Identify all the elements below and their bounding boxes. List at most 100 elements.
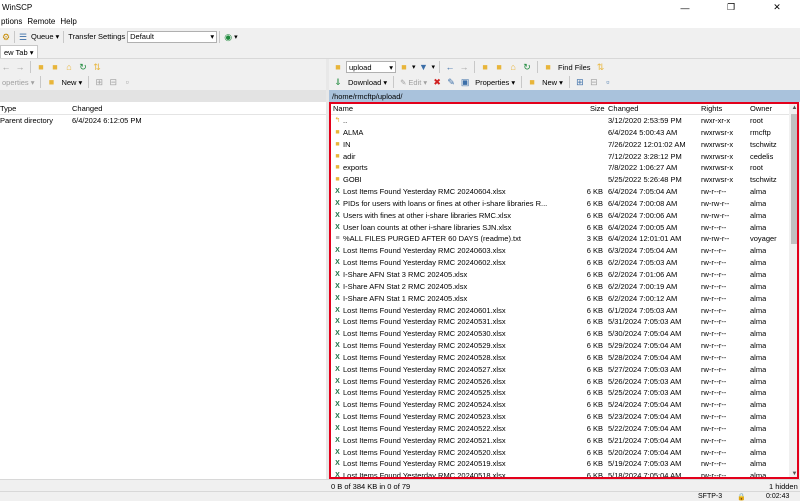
- scroll-down-icon[interactable]: ▼: [789, 468, 800, 479]
- scroll-up-icon[interactable]: ▲: [789, 102, 800, 113]
- chevron-down-icon[interactable]: ▾: [234, 33, 238, 41]
- back-icon[interactable]: ←: [0, 61, 12, 73]
- column-header-changed[interactable]: Changed: [608, 104, 638, 113]
- menu-help[interactable]: Help: [60, 17, 80, 26]
- table-row[interactable]: ■ ALMA 6/4/2024 5:00:43 AM rwxrwsr-x rmcftp: [329, 127, 800, 139]
- chevron-down-icon[interactable]: ▾: [412, 63, 416, 71]
- column-header-size[interactable]: Size: [590, 104, 605, 113]
- queue-button[interactable]: Queue ▾: [29, 31, 61, 43]
- home-folder-icon[interactable]: ⌂: [507, 61, 519, 73]
- column-header-changed[interactable]: Changed: [72, 104, 102, 113]
- column-header-name[interactable]: Name: [333, 104, 353, 113]
- download-button[interactable]: Download ▾: [346, 76, 389, 88]
- new-tab-button[interactable]: ew Tab ▾: [0, 45, 38, 58]
- left-new-button[interactable]: New ▾: [59, 76, 84, 88]
- table-row[interactable]: X Lost Items Found Yesterday RMC 20240522…: [329, 423, 800, 435]
- parent-folder-icon[interactable]: ■: [479, 61, 491, 73]
- minimize-icon[interactable]: —: [662, 0, 708, 15]
- table-row[interactable]: ■ exports 7/8/2022 1:06:27 AM rwxrwsr-x root: [329, 162, 800, 174]
- file-changed: 5/23/2024 7:05:04 AM: [608, 412, 682, 422]
- table-row[interactable]: Parent directory 6/4/2024 6:12:05 PM: [0, 115, 326, 127]
- filter-icon[interactable]: ▫: [602, 76, 614, 88]
- table-row[interactable]: X Lost Items Found Yesterday RMC 20240523…: [329, 411, 800, 423]
- column-header-owner[interactable]: Owner: [750, 104, 772, 113]
- table-row[interactable]: ■ GOBI 5/25/2022 5:26:48 PM rwxrwsr-x tschwi…: [329, 174, 800, 186]
- rename-icon[interactable]: ✎: [445, 76, 457, 88]
- file-size: 3 KB: [586, 234, 603, 244]
- find-files-button[interactable]: Find Files: [556, 61, 593, 73]
- properties-button[interactable]: Properties ▾: [473, 76, 517, 88]
- table-row[interactable]: ■ IN 7/26/2022 12:01:02 AM rwxrwsr-x tschwit…: [329, 139, 800, 151]
- table-row[interactable]: X Lost Items Found Yesterday RMC 20240527…: [329, 364, 800, 376]
- delete-icon[interactable]: ✖: [431, 76, 443, 88]
- unselect-icon[interactable]: ⊟: [107, 76, 119, 88]
- table-row[interactable]: X Lost Items Found Yesterday RMC 20240603…: [329, 245, 800, 257]
- table-row[interactable]: X Lost Items Found Yesterday RMC 20240518…: [329, 470, 800, 479]
- select-all-icon[interactable]: ⊞: [574, 76, 586, 88]
- hidden-count[interactable]: 1 hidden: [769, 482, 798, 491]
- table-row[interactable]: X Lost Items Found Yesterday RMC 20240519…: [329, 458, 800, 470]
- refresh-icon[interactable]: ↻: [521, 61, 533, 73]
- root-folder-icon[interactable]: ■: [49, 61, 61, 73]
- sync-browsing-icon[interactable]: ⇅: [91, 61, 103, 73]
- chevron-down-icon: ▾: [423, 77, 428, 87]
- table-row[interactable]: X Lost Items Found Yesterday RMC 20240521…: [329, 435, 800, 447]
- unselect-icon[interactable]: ⊟: [588, 76, 600, 88]
- table-row[interactable]: X Lost Items Found Yesterday RMC 20240528…: [329, 352, 800, 364]
- table-row[interactable]: X Lost Items Found Yesterday RMC 20240525…: [329, 387, 800, 399]
- root-folder-icon[interactable]: ■: [493, 61, 505, 73]
- parent-folder-icon[interactable]: ■: [35, 61, 47, 73]
- forward-icon[interactable]: →: [458, 61, 470, 73]
- table-row[interactable]: ↰.. 3/12/2020 2:53:59 PM rwxr-xr-x root: [329, 115, 800, 127]
- close-icon[interactable]: ✕: [754, 0, 800, 15]
- left-properties-button[interactable]: operties ▾: [0, 76, 36, 88]
- remote-path-bar[interactable]: /home/rmcftp/upload/: [329, 90, 800, 102]
- transfer-options-icon[interactable]: ◉: [222, 31, 234, 43]
- table-row[interactable]: X Lost Items Found Yesterday RMC 20240526…: [329, 376, 800, 388]
- preferences-icon[interactable]: ⚙: [0, 31, 12, 43]
- column-header-type[interactable]: Type: [0, 104, 16, 113]
- new-button[interactable]: New ▾: [540, 76, 565, 88]
- scroll-thumb[interactable]: [791, 114, 798, 244]
- table-row[interactable]: ■ adir 7/12/2022 3:28:12 PM rwxrwsr-x cedeli…: [329, 151, 800, 163]
- filter-icon[interactable]: ▫: [121, 76, 133, 88]
- file-changed: 6/4/2024 7:00:06 AM: [608, 210, 678, 220]
- filter-icon[interactable]: ▼: [418, 61, 430, 73]
- table-row[interactable]: X Users with fines at other i-share libra…: [329, 210, 800, 222]
- table-row[interactable]: X Lost Items Found Yesterday RMC 20240601…: [329, 305, 800, 317]
- edit-button[interactable]: ✎ Edit ▾: [398, 76, 429, 88]
- home-folder-icon[interactable]: ⌂: [63, 61, 75, 73]
- menu-remote[interactable]: Remote: [27, 17, 59, 26]
- table-row[interactable]: X Lost Items Found Yesterday RMC 20240520…: [329, 447, 800, 459]
- table-row[interactable]: X Lost Items Found Yesterday RMC 20240604…: [329, 186, 800, 198]
- remote-folder-select[interactable]: upload ▾: [346, 61, 396, 73]
- table-row[interactable]: X Lost Items Found Yesterday RMC 20240529…: [329, 340, 800, 352]
- table-row[interactable]: X Lost Items Found Yesterday RMC 20240524…: [329, 399, 800, 411]
- select-all-icon[interactable]: ⊞: [93, 76, 105, 88]
- transfer-settings-select[interactable]: Default ▾: [127, 30, 218, 43]
- open-directory-icon[interactable]: ■: [398, 61, 410, 73]
- chevron-down-icon[interactable]: ▾: [432, 63, 436, 71]
- table-row[interactable]: X User loan counts at other i-share libra…: [329, 222, 800, 234]
- back-icon[interactable]: ←: [444, 61, 456, 73]
- table-row[interactable]: X PIDs for users with loans or fines at o…: [329, 198, 800, 210]
- menu-options[interactable]: ptions: [1, 17, 26, 26]
- file-rights: rw-rw-r--: [701, 198, 730, 208]
- table-row[interactable]: X Lost Items Found Yesterday RMC 20240602…: [329, 257, 800, 269]
- table-row[interactable]: X Lost Items Found Yesterday RMC 20240531…: [329, 316, 800, 328]
- table-row[interactable]: ≡ %ALL FILES PURGED AFTER 60 DAYS (readme…: [329, 233, 800, 245]
- table-row[interactable]: X I-Share AFN Stat 1 RMC 202405.xlsx 6 KB 6…: [329, 293, 800, 305]
- sync-browsing-icon[interactable]: ⇅: [595, 61, 607, 73]
- excel-file-icon: X: [335, 401, 340, 409]
- table-row[interactable]: X Lost Items Found Yesterday RMC 20240530…: [329, 328, 800, 340]
- restore-icon[interactable]: ❐: [708, 0, 754, 15]
- remote-scrollbar[interactable]: ▲ ▼: [789, 102, 800, 479]
- column-header-rights[interactable]: Rights: [701, 104, 722, 113]
- protocol-status: SFTP-3: [698, 493, 723, 500]
- table-row[interactable]: X I-Share AFN Stat 2 RMC 202405.xlsx 6 KB 6…: [329, 281, 800, 293]
- excel-file-icon: X: [335, 353, 340, 361]
- refresh-icon[interactable]: ↻: [77, 61, 89, 73]
- queue-icon[interactable]: ☰: [17, 31, 29, 43]
- table-row[interactable]: X I-Share AFN Stat 3 RMC 202405.xlsx 6 KB 6…: [329, 269, 800, 281]
- forward-icon[interactable]: →: [14, 61, 26, 73]
